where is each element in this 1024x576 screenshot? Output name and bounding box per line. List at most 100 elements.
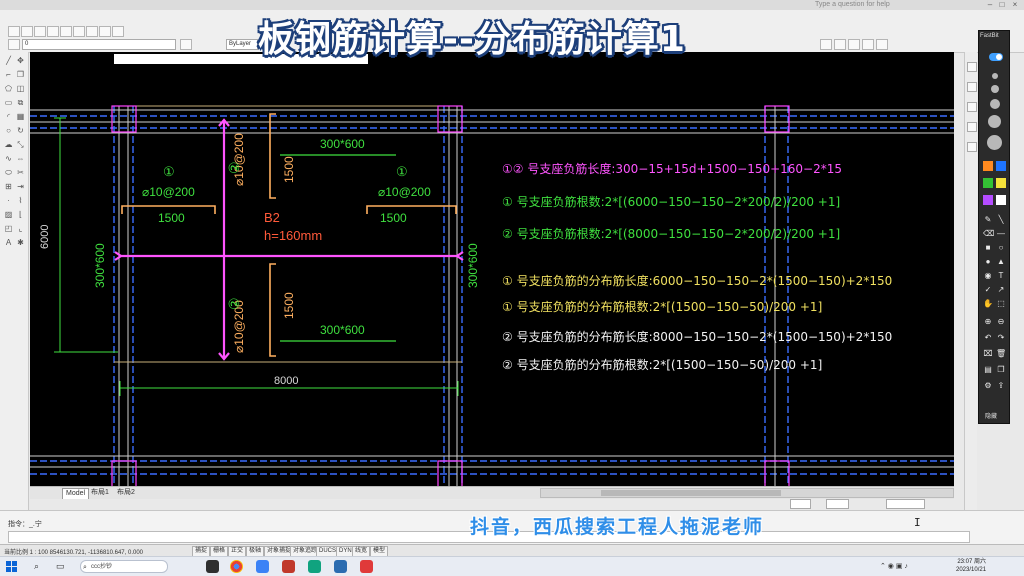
line-icon[interactable]: ╲ xyxy=(996,215,1006,225)
stretch-tool-icon[interactable]: ⇔ xyxy=(16,154,25,163)
scale-tool-icon[interactable]: ⤡ xyxy=(16,140,25,149)
text-tool-icon[interactable]: A xyxy=(4,238,13,247)
tab-layout1[interactable]: 布局1 xyxy=(88,488,112,498)
scale-field[interactable] xyxy=(790,499,811,509)
offset-tool-icon[interactable]: ⧉ xyxy=(16,98,25,107)
mirror-tool-icon[interactable]: ◫ xyxy=(16,84,25,93)
panel-hide-button[interactable]: 隐藏 xyxy=(985,411,997,420)
windows-start-icon[interactable] xyxy=(6,561,18,573)
pen-icon[interactable]: ✎ xyxy=(983,215,993,225)
ellipse-tool-icon[interactable]: ⬭ xyxy=(4,168,13,177)
highlighter-icon[interactable]: ◉ xyxy=(983,271,993,281)
tool-icon[interactable] xyxy=(820,39,832,50)
delete-icon[interactable]: 🗑 xyxy=(996,349,1006,359)
point-tool-icon[interactable]: · xyxy=(4,196,13,205)
taskbar-search-box[interactable]: ⌕ ccc抄钞 xyxy=(80,560,168,573)
scale-field[interactable] xyxy=(826,499,849,509)
minus-icon[interactable]: — xyxy=(996,229,1006,239)
color-swatch-yellow[interactable] xyxy=(996,178,1006,188)
chamfer-tool-icon[interactable]: ⌊ xyxy=(16,210,25,219)
region-tool-icon[interactable]: ◰ xyxy=(4,224,13,233)
scale-field[interactable] xyxy=(886,499,925,509)
tab-layout2[interactable]: 布局2 xyxy=(114,488,138,498)
extend-tool-icon[interactable]: ⇥ xyxy=(16,182,25,191)
tray-icons[interactable]: ⌃ ◉ ▣ ♪ xyxy=(880,562,908,570)
tool-icon[interactable] xyxy=(876,39,888,50)
triangle-icon[interactable]: ▲ xyxy=(996,257,1006,267)
maximize-button[interactable]: □ xyxy=(996,0,1008,10)
cad-app-icon[interactable] xyxy=(282,560,295,573)
tool-icon[interactable] xyxy=(848,39,860,50)
pan-icon[interactable] xyxy=(86,26,98,37)
hand-icon[interactable]: ✋ xyxy=(983,299,993,309)
break-tool-icon[interactable]: ⌇ xyxy=(16,196,25,205)
app-icon[interactable] xyxy=(256,560,269,573)
circle-outline-icon[interactable]: ○ xyxy=(996,243,1006,253)
color-swatch-green[interactable] xyxy=(983,178,993,188)
arrow-icon[interactable]: ↗ xyxy=(996,285,1006,295)
pen-size-xlarge[interactable] xyxy=(988,115,1001,128)
redo-icon[interactable] xyxy=(73,26,85,37)
save-icon[interactable]: ▤ xyxy=(983,365,993,375)
new-file-icon[interactable] xyxy=(8,26,20,37)
undo-icon[interactable]: ↶ xyxy=(983,333,993,343)
tab-model[interactable]: Model xyxy=(62,488,90,499)
color-swatch-purple[interactable] xyxy=(983,195,993,205)
move-tool-icon[interactable]: ✥ xyxy=(16,56,25,65)
explode-tool-icon[interactable]: ✱ xyxy=(16,238,25,247)
array-tool-icon[interactable]: ▦ xyxy=(16,112,25,121)
insert-block-icon[interactable]: ⊞ xyxy=(4,182,13,191)
share-icon[interactable]: ⇪ xyxy=(996,381,1006,391)
zoom-icon[interactable] xyxy=(99,26,111,37)
save-icon[interactable] xyxy=(34,26,46,37)
color-swatch-white[interactable] xyxy=(996,195,1006,205)
app-icon[interactable] xyxy=(334,560,347,573)
fillet-tool-icon[interactable]: ⌞ xyxy=(16,224,25,233)
redo-icon[interactable]: ↷ xyxy=(996,333,1006,343)
help-search-hint[interactable]: Type a question for help xyxy=(815,1,890,8)
line-tool-icon[interactable]: ╱ xyxy=(4,56,13,65)
app-icon[interactable] xyxy=(308,560,321,573)
pen-size-xxlarge[interactable] xyxy=(987,135,1002,150)
circle-filled-icon[interactable]: ● xyxy=(983,257,993,267)
app-icon[interactable] xyxy=(360,560,373,573)
copy-tool-icon[interactable]: ❐ xyxy=(16,70,25,79)
trim-tool-icon[interactable]: ✂ xyxy=(16,168,25,177)
text-icon[interactable]: T xyxy=(996,271,1006,281)
match-properties-icon[interactable] xyxy=(180,39,192,50)
select-icon[interactable]: ⬚ xyxy=(996,299,1006,309)
copy-icon[interactable]: ❐ xyxy=(996,365,1006,375)
square-icon[interactable]: ■ xyxy=(983,243,993,253)
media-player-icon[interactable] xyxy=(206,560,219,573)
polygon-tool-icon[interactable]: ⬠ xyxy=(4,84,13,93)
zoom-in-icon[interactable]: ⊕ xyxy=(983,317,993,327)
color-swatch-orange[interactable] xyxy=(983,161,993,171)
arc-tool-icon[interactable]: ◜ xyxy=(4,112,13,121)
style-combo[interactable]: ByLayer xyxy=(226,39,258,50)
minimize-button[interactable]: – xyxy=(984,0,996,10)
pen-size-small[interactable] xyxy=(992,73,998,79)
open-file-icon[interactable] xyxy=(21,26,33,37)
rotate-tool-icon[interactable]: ↻ xyxy=(16,126,25,135)
rectangle-tool-icon[interactable]: ▭ xyxy=(4,98,13,107)
color-swatch-blue[interactable] xyxy=(996,161,1006,171)
hatch-tool-icon[interactable]: ▨ xyxy=(4,210,13,219)
tool-icon[interactable] xyxy=(967,142,977,152)
search-icon[interactable]: ⌕ xyxy=(34,561,39,572)
tool-icon[interactable] xyxy=(967,122,977,132)
properties-icon[interactable] xyxy=(112,26,124,37)
tool-icon[interactable] xyxy=(967,82,977,92)
clear-icon[interactable]: ⌧ xyxy=(983,349,993,359)
chrome-icon[interactable] xyxy=(230,560,243,573)
eraser-icon[interactable]: ⌫ xyxy=(983,229,994,239)
scrollbar-thumb[interactable] xyxy=(601,490,781,496)
drawing-canvas[interactable]: ⌀10@200 1500 ⌀10@200 1500 ② ② 6000 300*6… xyxy=(30,66,954,486)
system-clock[interactable]: 23:07 周六 2023/10/21 xyxy=(956,558,986,574)
close-button[interactable]: × xyxy=(1009,0,1021,10)
pen-size-medium[interactable] xyxy=(991,85,999,93)
zoom-out-icon[interactable]: ⊖ xyxy=(996,317,1006,327)
tool-icon[interactable] xyxy=(967,62,977,72)
horizontal-scrollbar[interactable] xyxy=(540,488,954,498)
settings-icon[interactable]: ⚙ xyxy=(983,381,993,391)
layer-combo[interactable]: 0 xyxy=(22,39,176,50)
